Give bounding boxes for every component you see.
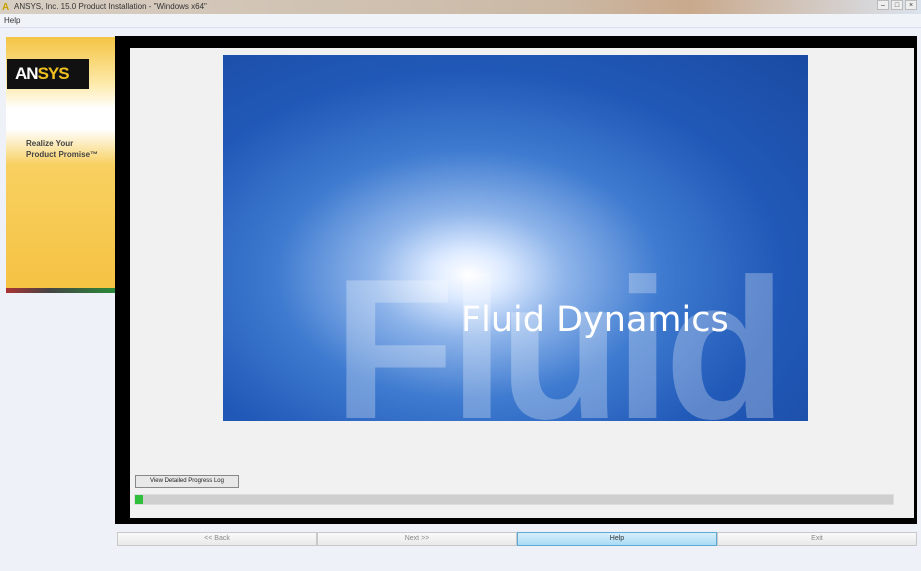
exit-button[interactable]: Exit [717, 532, 917, 546]
close-button[interactable]: × [905, 0, 917, 10]
ansys-sidebar: ANSYS Realize Your Product Promise™ [6, 37, 115, 293]
title-bar: A ANSYS, Inc. 15.0 Product Installation … [0, 0, 921, 14]
menu-help[interactable]: Help [4, 16, 20, 25]
install-progress-bar [134, 494, 894, 505]
menu-bar: Help [0, 14, 921, 28]
product-banner: Fluid Fluid Dynamics [223, 55, 808, 421]
next-button[interactable]: Next >> [317, 532, 517, 546]
back-button[interactable]: << Back [117, 532, 317, 546]
help-button[interactable]: Help [517, 532, 717, 546]
window-title: ANSYS, Inc. 15.0 Product Installation - … [14, 2, 207, 11]
view-progress-log-button[interactable]: View Detailed Progress Log [135, 475, 239, 488]
maximize-button[interactable]: □ [891, 0, 903, 10]
tagline: Realize Your Product Promise™ [26, 139, 99, 159]
progress-fill [135, 495, 143, 504]
ansys-logo: ANSYS [7, 59, 89, 89]
color-strip [6, 288, 115, 293]
minimize-button[interactable]: – [877, 0, 889, 10]
banner-title: Fluid Dynamics [461, 300, 729, 340]
app-logo-icon: A [2, 2, 10, 13]
